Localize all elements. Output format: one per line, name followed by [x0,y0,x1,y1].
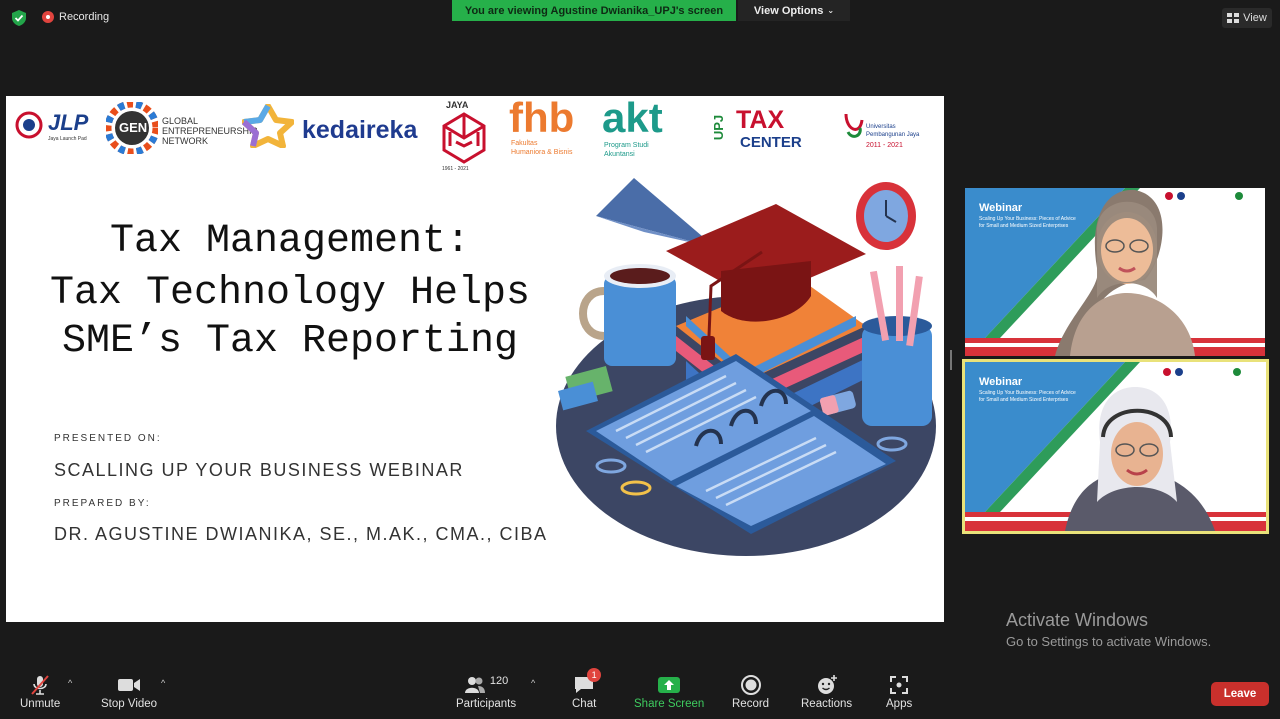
smiley-reaction-icon [816,672,838,698]
slide-title-line-2: Tax Technology Helps [49,271,531,316]
chat-unread-badge: 1 [587,668,602,682]
grid-view-icon [1227,13,1240,23]
apps-icon [889,672,909,698]
record-label: Record [732,698,770,710]
share-screen-button[interactable]: Share Screen [634,672,704,710]
participants-count: 120 [489,675,509,687]
tile-webinar-subtitle-2: for Small and Medium Sized Enterprises [979,223,1069,229]
shared-screen-slide: JLP Jaya Launch Pad GEN GLOBAL ENTREPREN… [6,96,944,622]
prepared-by-label: PREPARED BY: [54,498,151,509]
video-options-caret-icon[interactable]: ^ [161,678,165,688]
tile-webinar-subtitle-2: for Small and Medium Sized Enterprises [979,397,1069,403]
microphone-muted-icon [29,672,51,698]
slide-title-line-1: Tax Management: [109,219,471,264]
presented-on-value: SCALLING UP YOUR BUSINESS WEBINAR [54,460,464,480]
active-speaker-video-tile[interactable]: Webinar Scaling Up Your Business: Pieces… [962,359,1269,534]
prepared-by-value: DR. AGUSTINE DWIANIKA, SE., M.AK., CMA.,… [54,524,548,544]
stop-video-button[interactable]: Stop Video [101,672,157,710]
chevron-down-icon: ⌄ [827,6,835,15]
tile-webinar-subtitle: Scaling Up Your Business: Pieces of Advi… [979,390,1076,396]
participants-icon: 120 [464,672,508,698]
share-screen-icon [657,672,681,698]
share-screen-label: Share Screen [634,698,705,710]
audio-options-caret-icon[interactable]: ^ [68,678,72,688]
tile-webinar-title: Webinar [979,376,1023,388]
viewing-banner: You are viewing Agustine Dwianika_UPJ's … [452,0,736,21]
participants-label: Participants [456,698,517,710]
education-illustration [556,178,936,556]
presented-on-label: PRESENTED ON: [54,433,162,444]
reactions-button[interactable]: Reactions [801,672,852,710]
leave-meeting-button[interactable]: Leave [1211,682,1269,706]
view-button[interactable]: View [1222,8,1272,28]
unmute-button[interactable]: Unmute [20,672,60,710]
upj-university-logo: Universitas Pembangunan Jaya 2011 - 2021 [842,110,919,149]
reactions-label: Reactions [801,698,853,710]
slide-title-line-3: SME’s Tax Reporting [61,319,519,364]
view-options-button[interactable]: View Options ⌄ [738,0,850,21]
stop-video-label: Stop Video [101,698,158,710]
slide-title: Tax Management: Tax Technology Helps SME… [6,216,574,364]
tile-webinar-title: Webinar [979,202,1023,214]
partner-logos: JLP Jaya Launch Pad GEN GLOBAL ENTREPREN… [6,96,944,176]
video-camera-icon [117,672,141,698]
security-shield-icon[interactable] [10,9,28,27]
participants-button[interactable]: 120 Participants [456,672,516,710]
tile-webinar-subtitle: Scaling Up Your Business: Pieces of Advi… [979,216,1076,222]
participant-video-tile[interactable]: Webinar Scaling Up Your Business: Pieces… [965,188,1265,356]
kedaireka-logo: kedaireka [241,103,417,153]
chat-button[interactable]: 1 Chat [572,668,602,710]
recording-indicator[interactable]: Recording [42,11,109,23]
apps-label: Apps [886,698,913,710]
meeting-toolbar: Unmute ^ Stop Video ^ 120 Participants ^… [0,668,1280,719]
recording-dot-icon [42,11,54,23]
recording-label: Recording [59,11,110,23]
activate-windows-hint: Go to Settings to activate Windows. [1006,634,1212,649]
panel-resize-handle[interactable] [950,350,952,370]
participants-options-caret-icon[interactable]: ^ [531,678,535,688]
fhb-logo: fhb Fakultas Humaniora & Bisnis [509,96,575,156]
activate-windows-watermark: Activate Windows Go to Settings to activ… [1006,610,1211,649]
akt-logo: akt Program Studi Akuntansi [602,96,663,158]
jlp-logo: JLP Jaya Launch Pad [14,110,88,145]
record-button[interactable]: Record [732,672,769,710]
chat-label: Chat [572,698,597,710]
activate-windows-title: Activate Windows [1006,610,1149,630]
view-label: View [1243,12,1267,24]
chat-bubble-icon: 1 [573,668,602,698]
gen-logo: GEN GLOBAL ENTREPRENEURSHIP NETWORK [104,100,258,159]
apps-button[interactable]: Apps [886,672,912,710]
unmute-label: Unmute [20,698,61,710]
view-options-label: View Options [753,4,824,17]
record-icon [740,672,762,698]
upj-tax-center-logo: UPJ TAX CENTER [711,106,802,151]
